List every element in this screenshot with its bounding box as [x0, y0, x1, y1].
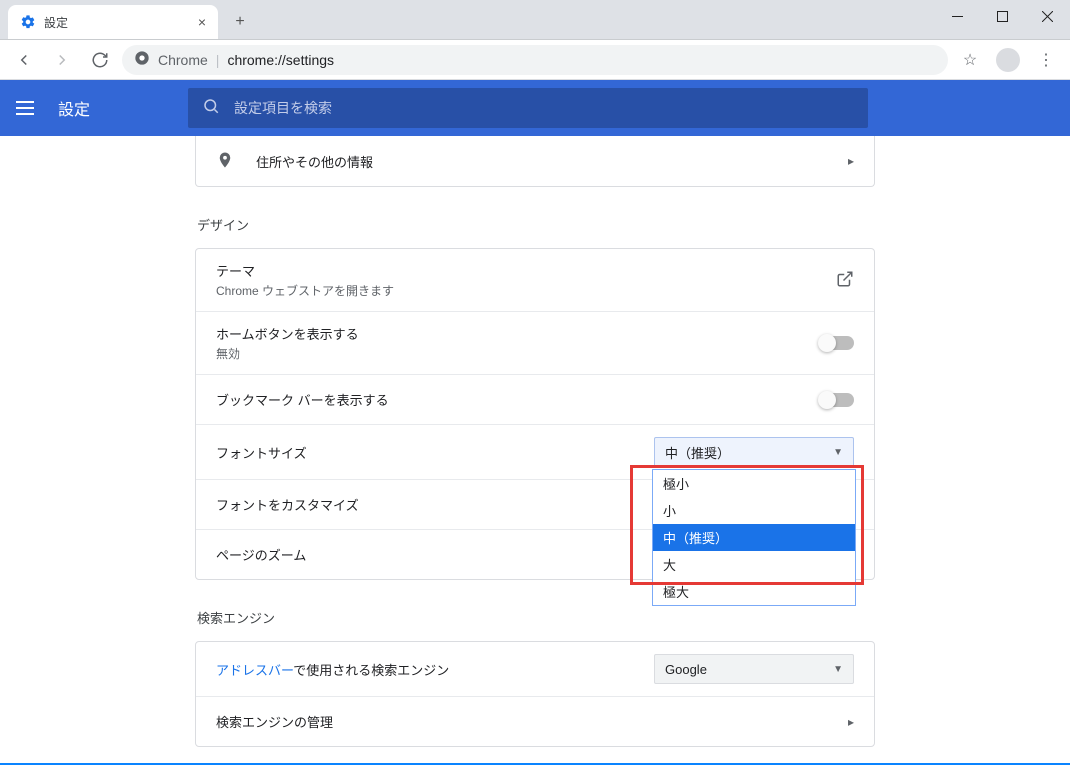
- new-tab-button[interactable]: +: [226, 8, 254, 36]
- location-pin-icon: [216, 151, 236, 172]
- back-button[interactable]: [8, 44, 40, 76]
- home-button-toggle[interactable]: [820, 336, 854, 350]
- font-size-row: フォントサイズ 中（推奨） ▼ 極小 小 中（推奨） 大 極大: [196, 424, 874, 479]
- hamburger-icon[interactable]: [16, 101, 40, 115]
- settings-viewport[interactable]: 住所やその他の情報 ▸ デザイン テーマ Chrome ウェブストアを開きます: [0, 136, 1070, 763]
- open-external-icon: [836, 270, 854, 291]
- home-button-row[interactable]: ホームボタンを表示する 無効: [196, 311, 874, 374]
- search-engine-link[interactable]: アドレスバー: [216, 663, 293, 678]
- home-button-label: ホームボタンを表示する: [216, 324, 359, 343]
- browser-tab[interactable]: 設定 ×: [8, 5, 218, 39]
- settings-search-input[interactable]: [234, 100, 854, 116]
- chevron-down-icon: ▼: [833, 664, 843, 675]
- theme-sub: Chrome ウェブストアを開きます: [216, 282, 394, 299]
- bookmark-star-icon[interactable]: ☆: [954, 44, 986, 76]
- home-button-sub: 無効: [216, 345, 359, 362]
- chrome-logo-icon: [134, 50, 150, 69]
- omnibox[interactable]: Chrome | chrome://settings: [122, 45, 948, 75]
- section-title-search: 検索エンジン: [197, 608, 875, 627]
- bookmark-bar-toggle[interactable]: [820, 393, 854, 407]
- manage-search-engines-row[interactable]: 検索エンジンの管理 ▸: [196, 696, 874, 746]
- font-size-option-selected[interactable]: 中（推奨）: [653, 524, 855, 551]
- maximize-button[interactable]: [980, 0, 1025, 32]
- address-info-row[interactable]: 住所やその他の情報 ▸: [196, 136, 874, 186]
- page-title: 設定: [58, 96, 90, 120]
- theme-label: テーマ: [216, 261, 394, 280]
- gear-icon: [20, 14, 36, 30]
- font-size-selected: 中（推奨）: [665, 443, 730, 462]
- font-size-dropdown[interactable]: 極小 小 中（推奨） 大 極大: [652, 469, 856, 606]
- chevron-right-icon: ▸: [848, 154, 854, 168]
- address-info-label: 住所やその他の情報: [256, 152, 373, 171]
- page-zoom-label: ページのズーム: [216, 545, 306, 564]
- font-size-option[interactable]: 極大: [653, 578, 855, 605]
- profile-avatar[interactable]: [992, 44, 1024, 76]
- close-icon[interactable]: ×: [198, 14, 206, 30]
- window-close-button[interactable]: [1025, 0, 1070, 32]
- bookmark-bar-row[interactable]: ブックマーク バーを表示する: [196, 374, 874, 424]
- search-icon: [202, 97, 220, 120]
- custom-fonts-label: フォントをカスタマイズ: [216, 495, 359, 514]
- tab-title: 設定: [44, 14, 68, 31]
- search-engine-selected: Google: [665, 662, 707, 677]
- font-size-option[interactable]: 大: [653, 551, 855, 578]
- font-size-label: フォントサイズ: [216, 443, 307, 462]
- chevron-down-icon: ▼: [833, 447, 843, 458]
- manage-search-engines-label: 検索エンジンの管理: [216, 712, 333, 731]
- forward-button[interactable]: [46, 44, 78, 76]
- search-engine-suffix: で使用される検索エンジン: [293, 663, 449, 678]
- omnibox-label: Chrome: [158, 52, 208, 68]
- chevron-right-icon: ▸: [848, 715, 854, 729]
- font-size-option[interactable]: 極小: [653, 470, 855, 497]
- section-title-design: デザイン: [197, 215, 875, 234]
- font-size-select[interactable]: 中（推奨） ▼: [654, 437, 854, 467]
- font-size-option[interactable]: 小: [653, 497, 855, 524]
- theme-row[interactable]: テーマ Chrome ウェブストアを開きます: [196, 249, 874, 311]
- search-engine-select[interactable]: Google ▼: [654, 654, 854, 684]
- chrome-menu-icon[interactable]: ⋮: [1030, 44, 1062, 76]
- reload-button[interactable]: [84, 44, 116, 76]
- minimize-button[interactable]: [935, 0, 980, 32]
- bookmark-bar-label: ブックマーク バーを表示する: [216, 390, 389, 409]
- search-engine-row: アドレスバーで使用される検索エンジン Google ▼: [196, 642, 874, 696]
- omnibox-url: chrome://settings: [227, 52, 334, 68]
- settings-search[interactable]: [188, 88, 868, 128]
